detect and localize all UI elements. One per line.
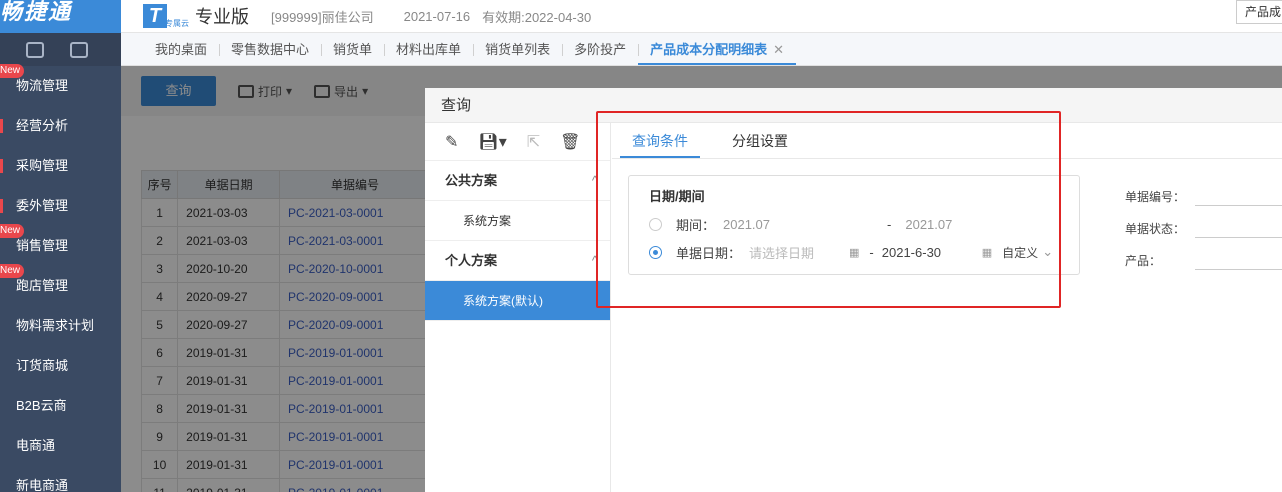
sidebar-item-label: 销售管理 xyxy=(16,238,69,253)
sidebar-marker xyxy=(0,159,3,173)
login-date: 2021-07-16 xyxy=(403,8,471,24)
sidebar-item[interactable]: 经营分析 xyxy=(0,106,121,146)
sidebar-item-label: 订货商城 xyxy=(16,358,69,373)
logo: 畅捷通 xyxy=(0,0,121,33)
sidebar-item[interactable]: 物料需求计划 xyxy=(0,306,121,346)
tab-label: 多阶投产 xyxy=(574,42,627,57)
tab-item[interactable]: 产品成本分配明细表 ✕ xyxy=(638,33,797,65)
brand-logo-icon: T xyxy=(143,4,167,28)
search-icon[interactable] xyxy=(26,41,44,58)
tab-item[interactable]: 零售数据中心 xyxy=(219,33,321,65)
brand-sub: 专属云 xyxy=(165,18,189,28)
docno-field[interactable]: 单据编号： xyxy=(1125,180,1282,212)
sidebar-item-label: 物料需求计划 xyxy=(16,318,95,333)
personal-scheme-item[interactable]: 系统方案(默认) xyxy=(425,281,610,321)
tab-label: 我的桌面 xyxy=(155,42,208,57)
sidebar-item[interactable]: 委外管理 xyxy=(0,186,121,226)
sidebar-menu: New 物流管理 经营分析 采购管理 委外管理 New 销售管理 New 跑店管理 物料需求计划订… xyxy=(0,64,121,492)
header: T 专属云 专业版 [999999]丽佳公司 2021-07-16 有效期:20… xyxy=(121,0,1282,33)
personal-scheme-group[interactable]: 个人方案 ^ xyxy=(425,241,610,281)
company-name: [999999]丽佳公司 xyxy=(271,9,374,25)
sidebar-item-label: 采购管理 xyxy=(16,158,69,173)
sidebar-item-label: B2B云商 xyxy=(16,398,67,413)
sidebar-item-label: 电商通 xyxy=(16,438,56,453)
sidebar-item[interactable]: B2B云商 xyxy=(0,386,121,426)
save-icon[interactable]: 💾︎▾ xyxy=(478,132,506,152)
close-icon[interactable]: ✕ xyxy=(773,42,784,57)
sidebar-marker xyxy=(0,119,3,133)
sidebar-icons xyxy=(0,33,121,66)
sidebar-item-label: 经营分析 xyxy=(16,118,69,133)
sidebar-item-label: 委外管理 xyxy=(16,198,69,213)
tab-item[interactable]: 多阶投产 xyxy=(562,33,638,65)
sidebar-item[interactable]: 订货商城 xyxy=(0,346,121,386)
sidebar-item[interactable]: New 物流管理 xyxy=(0,64,121,106)
brand-edition: 专业版 xyxy=(195,7,249,27)
sidebar-marker xyxy=(0,199,3,213)
sidebar-item-label: 跑店管理 xyxy=(16,278,69,293)
header-search-box[interactable]: 产品成 xyxy=(1236,0,1282,24)
edit-icon[interactable]: ✎ xyxy=(445,132,458,152)
status-field[interactable]: 单据状态： xyxy=(1125,212,1282,244)
tab-label: 零售数据中心 xyxy=(231,42,310,57)
sidebar-item-label: 物流管理 xyxy=(16,78,69,93)
tab-bar: 我的桌面 零售数据中心 销货单 材料出库单 销货单列表 多阶投产 产品成本分配明细表 ✕ xyxy=(121,33,1282,66)
highlight-annotation-box xyxy=(596,111,1061,308)
query-fields: 单据编号： 单据状态： 产品： xyxy=(1125,180,1282,276)
tab-item[interactable]: 销货单列表 xyxy=(473,33,562,65)
new-badge: New xyxy=(0,64,25,78)
tab-item[interactable]: 材料出库单 xyxy=(384,33,473,65)
public-scheme-group[interactable]: 公共方案 ^ xyxy=(425,161,610,201)
tab-label: 销货单 xyxy=(333,42,373,57)
tab-item[interactable]: 我的桌面 xyxy=(143,33,219,65)
share-icon: ⇱ xyxy=(526,133,541,151)
new-badge: New xyxy=(0,264,25,278)
scheme-panel: ✎ 💾︎▾ ⇱ 🗑︎ 公共方案 ^ 系统方案 个人方案 ^ 系统方案(默认) xyxy=(425,123,611,492)
scheme-toolbar: ✎ 💾︎▾ ⇱ 🗑︎ xyxy=(425,123,610,161)
product-field[interactable]: 产品： xyxy=(1125,244,1282,276)
add-icon[interactable] xyxy=(70,41,88,58)
sidebar-item[interactable]: 采购管理 xyxy=(0,146,121,186)
new-badge: New xyxy=(0,224,25,238)
sidebar: 畅捷通 New 物流管理 经营分析 采购管理 委外管理 New 销售管理 New 跑店管理 物料需… xyxy=(0,0,121,492)
sidebar-item[interactable]: 电商通 xyxy=(0,426,121,466)
sidebar-item-label: 新电商通 xyxy=(16,478,69,492)
tab-label: 产品成本分配明细表 xyxy=(650,42,768,57)
public-scheme-item[interactable]: 系统方案 xyxy=(425,201,610,241)
sidebar-item[interactable]: 新电商通 xyxy=(0,466,121,492)
tab-label: 销货单列表 xyxy=(485,42,551,57)
tab-label: 材料出库单 xyxy=(396,42,462,57)
tab-item[interactable]: 销货单 xyxy=(321,33,384,65)
sidebar-item[interactable]: New 跑店管理 xyxy=(0,264,121,306)
sidebar-item[interactable]: New 销售管理 xyxy=(0,224,121,266)
delete-icon[interactable]: 🗑︎ xyxy=(560,132,580,152)
validity-date: 有效期:2022-04-30 xyxy=(482,9,592,25)
